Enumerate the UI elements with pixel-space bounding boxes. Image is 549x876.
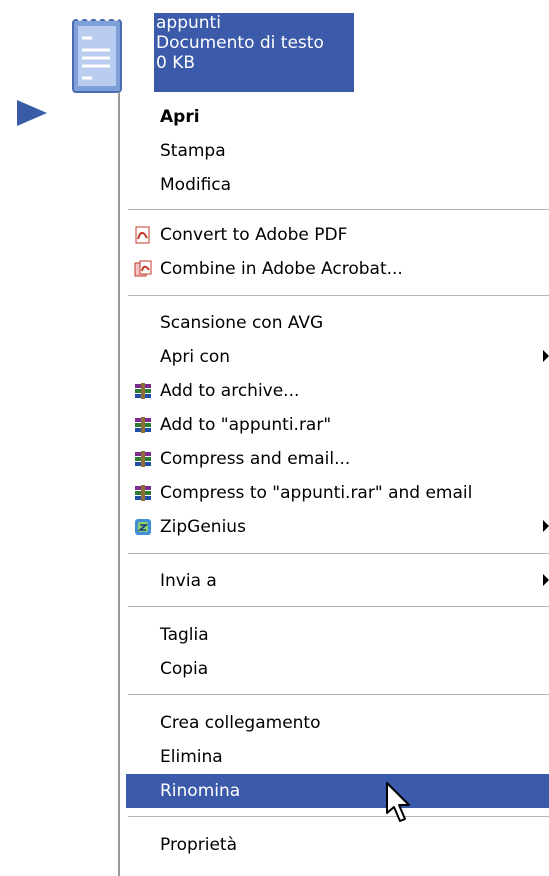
- menu-item-convert-pdf[interactable]: Convert to Adobe PDF: [120, 218, 549, 252]
- menu-item-crea-collegamento[interactable]: Crea collegamento: [120, 706, 549, 740]
- menu-item-elimina[interactable]: Elimina: [120, 740, 549, 774]
- menu-item-label: Taglia: [160, 625, 209, 645]
- file-type: Documento di testo: [156, 33, 324, 53]
- winrar-icon: [135, 417, 151, 433]
- pdf-icon: [135, 226, 150, 244]
- menu-item-label: Stampa: [160, 141, 226, 161]
- menu-item-label: Scansione con AVG: [160, 313, 324, 333]
- text-document-icon[interactable]: [70, 12, 126, 98]
- winrar-icon: [135, 485, 151, 501]
- menu-item-label: Apri: [160, 107, 200, 127]
- menu-separator: [128, 606, 549, 607]
- menu-item-label: Compress to "appunti.rar" and email: [160, 483, 473, 503]
- menu-item-apri[interactable]: Apri: [120, 100, 549, 134]
- file-size: 0 KB: [156, 53, 196, 73]
- menu-item-label: Add to archive...: [160, 381, 300, 401]
- menu-item-label: Add to "appunti.rar": [160, 415, 332, 435]
- acrobat-combine-icon: [134, 260, 152, 277]
- submenu-arrow-icon: [543, 574, 549, 586]
- menu-item-label: Apri con: [160, 347, 231, 367]
- menu-item-label: Combine in Adobe Acrobat...: [160, 259, 403, 279]
- menu-separator: [128, 295, 549, 296]
- menu-item-label: Crea collegamento: [160, 713, 321, 733]
- winrar-icon: [135, 451, 151, 467]
- zipgenius-icon: [135, 519, 151, 535]
- menu-item-zipgenius[interactable]: ZipGenius: [120, 510, 549, 544]
- submenu-arrow-icon: [543, 350, 549, 362]
- menu-item-label: Elimina: [160, 747, 223, 767]
- menu-item-copia[interactable]: Copia: [120, 652, 549, 686]
- context-menu: Apri Stampa Modifica Convert to Adobe PD…: [118, 92, 549, 876]
- menu-item-invia-a[interactable]: Invia a: [120, 564, 549, 598]
- menu-item-label: Copia: [160, 659, 209, 679]
- menu-item-compress-email[interactable]: Compress and email...: [120, 442, 549, 476]
- menu-item-label: Convert to Adobe PDF: [160, 225, 348, 245]
- mouse-pointer-icon: [386, 782, 410, 822]
- menu-item-label: Invia a: [160, 571, 217, 591]
- file-label-selected[interactable]: appunti Documento di testo 0 KB: [154, 13, 354, 97]
- menu-item-proprieta[interactable]: Proprietà: [120, 828, 549, 862]
- submenu-arrow-icon: [543, 520, 549, 532]
- menu-item-apri-con[interactable]: Apri con: [120, 340, 549, 374]
- pointer-arrow-icon: [17, 100, 47, 126]
- file-name: appunti: [156, 13, 221, 33]
- menu-item-modifica[interactable]: Modifica: [120, 168, 549, 202]
- menu-separator: [128, 694, 549, 695]
- menu-item-compress-rar-email[interactable]: Compress to "appunti.rar" and email: [120, 476, 549, 510]
- menu-item-label: Rinomina: [160, 781, 241, 801]
- menu-separator: [128, 209, 549, 210]
- menu-item-taglia[interactable]: Taglia: [120, 618, 549, 652]
- menu-item-stampa[interactable]: Stampa: [120, 134, 549, 168]
- menu-item-label: Modifica: [160, 175, 232, 195]
- menu-item-label: Compress and email...: [160, 449, 351, 469]
- menu-item-rinomina[interactable]: Rinomina: [126, 774, 549, 808]
- menu-item-scansione-avg[interactable]: Scansione con AVG: [120, 306, 549, 340]
- menu-item-label: Proprietà: [160, 835, 238, 855]
- menu-separator: [128, 816, 549, 817]
- menu-separator: [128, 553, 549, 554]
- menu-item-combine-acrobat[interactable]: Combine in Adobe Acrobat...: [120, 252, 549, 286]
- menu-item-label: ZipGenius: [160, 517, 246, 537]
- winrar-icon: [135, 383, 151, 399]
- menu-item-add-to-rar[interactable]: Add to "appunti.rar": [120, 408, 549, 442]
- menu-item-add-to-archive[interactable]: Add to archive...: [120, 374, 549, 408]
